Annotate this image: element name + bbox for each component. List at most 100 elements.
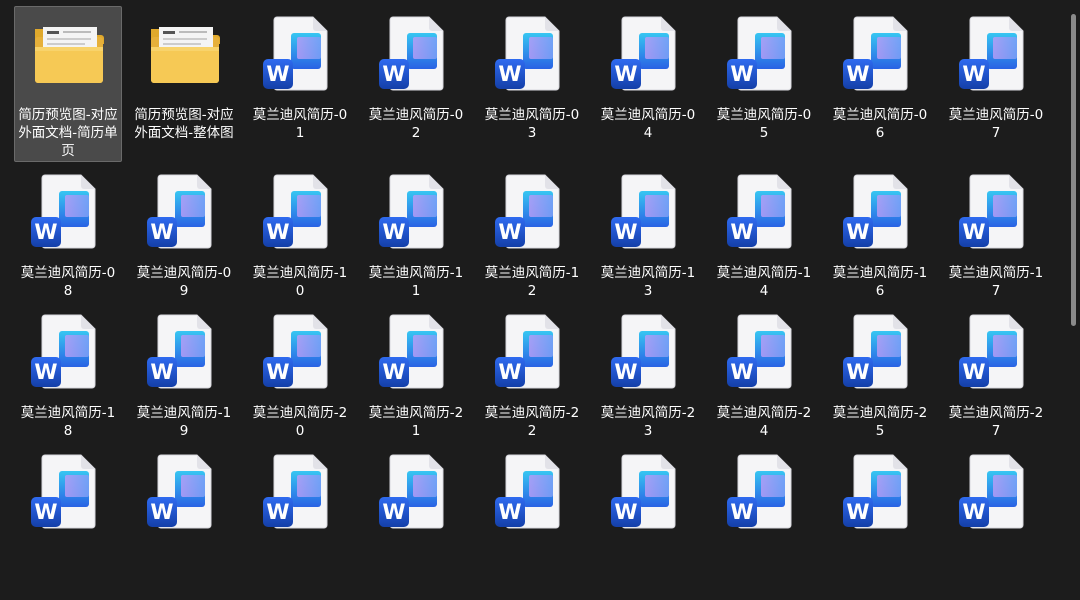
word-doc-icon: W — [147, 313, 223, 389]
word-file-item[interactable]: W 莫兰迪风简历-08 — [14, 164, 122, 320]
word-doc-icon: W — [611, 173, 687, 249]
svg-text:W: W — [266, 500, 289, 524]
file-name-label: 莫兰迪风简历-03 — [484, 107, 580, 141]
word-file-item[interactable]: W — [826, 444, 934, 600]
file-name-label: 莫兰迪风简历-11 — [368, 265, 464, 299]
file-name-label: 莫兰迪风简历-02 — [368, 107, 464, 141]
svg-text:W: W — [614, 360, 637, 384]
file-name-label: 莫兰迪风简历-22 — [484, 405, 580, 439]
word-file-item[interactable]: W 莫兰迪风简历-05 — [710, 6, 818, 162]
file-name-label: 莫兰迪风简历-12 — [484, 265, 580, 299]
word-file-item[interactable]: W 莫兰迪风简历-01 — [246, 6, 354, 162]
svg-text:W: W — [382, 220, 405, 244]
word-file-item[interactable]: W 莫兰迪风简历-18 — [14, 304, 122, 460]
file-name-label: 莫兰迪风简历-21 — [368, 405, 464, 439]
svg-text:W: W — [266, 62, 289, 86]
word-doc-icon: W — [727, 453, 803, 529]
word-doc-icon: W — [31, 453, 107, 529]
word-doc-icon: W — [147, 173, 223, 249]
word-file-item[interactable]: W — [130, 444, 238, 600]
svg-text:W: W — [962, 500, 985, 524]
word-doc-icon: W — [611, 453, 687, 529]
word-doc-icon: W — [843, 15, 919, 91]
word-doc-icon: W — [959, 313, 1035, 389]
word-doc-icon: W — [843, 173, 919, 249]
file-name-label: 简历预览图-对应外面文档-整体图 — [134, 107, 234, 141]
word-file-item[interactable]: W 莫兰迪风简历-23 — [594, 304, 702, 460]
word-file-item[interactable]: W 莫兰迪风简历-10 — [246, 164, 354, 320]
word-doc-icon: W — [727, 313, 803, 389]
svg-text:W: W — [150, 220, 173, 244]
word-doc-icon: W — [959, 453, 1035, 529]
svg-text:W: W — [382, 360, 405, 384]
word-doc-icon: W — [263, 15, 339, 91]
svg-text:W: W — [498, 62, 521, 86]
word-doc-icon: W — [379, 15, 455, 91]
svg-text:W: W — [846, 62, 869, 86]
word-file-item[interactable]: W — [594, 444, 702, 600]
folder-item[interactable]: 简历预览图-对应外面文档-简历单页 — [14, 6, 122, 162]
svg-text:W: W — [846, 220, 869, 244]
word-file-item[interactable]: W — [478, 444, 586, 600]
svg-text:W: W — [846, 360, 869, 384]
word-doc-icon: W — [379, 313, 455, 389]
file-name-label: 莫兰迪风简历-23 — [600, 405, 696, 439]
word-file-item[interactable]: W 莫兰迪风简历-07 — [942, 6, 1050, 162]
word-file-item[interactable]: W 莫兰迪风简历-27 — [942, 304, 1050, 460]
file-name-label: 简历预览图-对应外面文档-简历单页 — [18, 107, 118, 159]
file-name-label: 莫兰迪风简历-19 — [136, 405, 232, 439]
word-doc-icon: W — [263, 173, 339, 249]
word-doc-icon: W — [263, 453, 339, 529]
file-name-label: 莫兰迪风简历-08 — [20, 265, 116, 299]
word-doc-icon: W — [495, 15, 571, 91]
svg-text:W: W — [730, 62, 753, 86]
svg-text:W: W — [266, 360, 289, 384]
file-name-label: 莫兰迪风简历-05 — [716, 107, 812, 141]
word-file-item[interactable]: W 莫兰迪风简历-09 — [130, 164, 238, 320]
word-file-item[interactable]: W 莫兰迪风简历-04 — [594, 6, 702, 162]
word-file-item[interactable]: W 莫兰迪风简历-13 — [594, 164, 702, 320]
word-file-item[interactable]: W 莫兰迪风简历-25 — [826, 304, 934, 460]
svg-text:W: W — [34, 360, 57, 384]
word-file-item[interactable]: W — [362, 444, 470, 600]
word-doc-icon: W — [379, 453, 455, 529]
svg-text:W: W — [614, 220, 637, 244]
word-doc-icon: W — [147, 453, 223, 529]
word-file-item[interactable]: W — [710, 444, 818, 600]
word-file-item[interactable]: W 莫兰迪风简历-17 — [942, 164, 1050, 320]
word-file-item[interactable]: W — [246, 444, 354, 600]
word-file-item[interactable]: W 莫兰迪风简历-11 — [362, 164, 470, 320]
file-name-label: 莫兰迪风简历-06 — [832, 107, 928, 141]
file-name-label: 莫兰迪风简历-20 — [252, 405, 348, 439]
word-file-item[interactable]: W 莫兰迪风简历-03 — [478, 6, 586, 162]
svg-text:W: W — [382, 62, 405, 86]
folder-icon — [31, 15, 107, 91]
svg-text:W: W — [34, 220, 57, 244]
svg-text:W: W — [150, 360, 173, 384]
word-doc-icon: W — [727, 173, 803, 249]
file-name-label: 莫兰迪风简历-27 — [948, 405, 1044, 439]
file-name-label: 莫兰迪风简历-07 — [948, 107, 1044, 141]
word-file-item[interactable]: W 莫兰迪风简历-21 — [362, 304, 470, 460]
svg-text:W: W — [962, 360, 985, 384]
word-file-item[interactable]: W 莫兰迪风简历-06 — [826, 6, 934, 162]
word-file-item[interactable]: W 莫兰迪风简历-16 — [826, 164, 934, 320]
word-file-item[interactable]: W 莫兰迪风简历-02 — [362, 6, 470, 162]
word-file-item[interactable]: W 莫兰迪风简历-19 — [130, 304, 238, 460]
svg-text:W: W — [498, 500, 521, 524]
folder-item[interactable]: 简历预览图-对应外面文档-整体图 — [130, 6, 238, 162]
word-doc-icon: W — [959, 15, 1035, 91]
word-file-item[interactable]: W — [942, 444, 1050, 600]
file-name-label: 莫兰迪风简历-14 — [716, 265, 812, 299]
word-doc-icon: W — [611, 313, 687, 389]
file-name-label: 莫兰迪风简历-10 — [252, 265, 348, 299]
word-file-item[interactable]: W 莫兰迪风简历-22 — [478, 304, 586, 460]
word-file-item[interactable]: W 莫兰迪风简历-12 — [478, 164, 586, 320]
word-file-item[interactable]: W 莫兰迪风简历-14 — [710, 164, 818, 320]
vertical-scrollbar[interactable] — [1068, 0, 1080, 539]
word-file-item[interactable]: W — [14, 444, 122, 600]
scrollbar-thumb[interactable] — [1071, 14, 1076, 326]
word-file-item[interactable]: W 莫兰迪风简历-20 — [246, 304, 354, 460]
svg-text:W: W — [730, 220, 753, 244]
word-file-item[interactable]: W 莫兰迪风简历-24 — [710, 304, 818, 460]
